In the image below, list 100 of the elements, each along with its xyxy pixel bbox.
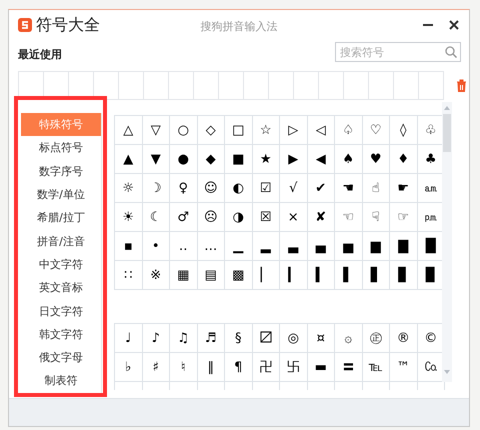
symbol-cell[interactable]: ◇ [198,116,225,145]
symbol-cell[interactable]: ♠ [335,145,362,174]
symbol-cell[interactable]: ◐ [225,174,252,203]
symbol-cell[interactable]: ☝ [362,174,390,203]
symbol-cell[interactable]: ¤ [308,324,335,353]
symbol-cell[interactable]: ☟ [362,203,390,232]
symbol-cell[interactable]: ‥ [170,232,198,261]
symbol-cell[interactable]: ☼ [115,174,142,203]
symbol-cell[interactable]: ▂ [252,232,280,261]
category-tab[interactable]: 拼音/注音 [21,229,101,253]
symbol-cell[interactable]: ▄ [308,232,335,261]
category-tab[interactable]: 俄文字母 [21,346,101,370]
symbol-cell[interactable]: ★ [252,145,280,174]
category-tab[interactable]: 英文音标 [21,276,101,300]
category-tab[interactable]: 中文字符 [21,252,101,276]
symbol-cell[interactable]: ☞ [390,203,418,232]
symbol-cell[interactable]: ۞ [335,324,362,353]
symbol-cell[interactable]: √ [280,174,308,203]
symbol-cell[interactable]: ♀ [170,174,198,203]
symbol-cell[interactable]: ♡ [362,116,390,145]
close-button[interactable] [447,18,461,32]
symbol-cell[interactable]: ♮ [170,353,198,382]
symbol-cell[interactable]: ℡ [362,353,390,382]
symbol-cell[interactable]: ☛ [390,174,418,203]
symbol-cell[interactable]: ® [390,324,418,353]
category-tab[interactable]: 数学/单位 [21,182,101,206]
symbol-cell[interactable]: ☑ [252,174,280,203]
symbol-cell[interactable]: ▌ [335,261,362,290]
symbol-cell[interactable]: ◑ [225,203,252,232]
symbol-cell[interactable]: ▅ [335,232,362,261]
category-tab[interactable]: 制表符 [21,369,101,393]
symbol-cell[interactable]: ♬ [198,324,225,353]
symbol-cell[interactable]: • [142,232,170,261]
symbol-cell[interactable]: ▋ [362,261,390,290]
scroll-down-icon[interactable] [443,368,451,376]
symbol-cell[interactable]: ▶ [280,145,308,174]
symbol-cell[interactable]: ♫ [170,324,198,353]
symbol-cell[interactable]: ▍ [308,261,335,290]
category-tab[interactable]: 希腊/拉丁 [21,206,101,230]
symbol-cell[interactable]: ✘ [308,203,335,232]
symbol-cell[interactable]: ▎ [280,261,308,290]
symbol-cell[interactable]: … [198,232,225,261]
symbol-cell[interactable]: ▲ [115,145,142,174]
symbol-cell[interactable]: ☽ [142,174,170,203]
symbol-cell[interactable]: ◀ [308,145,335,174]
category-tab[interactable]: 标点符号 [21,136,101,160]
symbol-cell[interactable]: ▷ [280,116,308,145]
symbol-cell[interactable]: ▩ [225,261,252,290]
category-tab[interactable]: 韩文字符 [21,322,101,346]
trash-icon[interactable] [456,78,467,92]
symbol-cell[interactable]: ◎ [280,324,308,353]
symbol-cell[interactable]: 〼 [252,324,280,353]
symbol-cell[interactable]: ▽ [142,116,170,145]
symbol-cell[interactable]: ▦ [170,261,198,290]
symbol-cell[interactable]: ☀ [115,203,142,232]
scrollbar[interactable] [442,102,452,382]
symbol-cell[interactable]: ☺ [198,174,225,203]
symbol-cell[interactable]: ♯ [142,353,170,382]
symbol-cell[interactable]: × [280,203,308,232]
symbol-cell[interactable]: ☚ [335,174,362,203]
symbol-cell[interactable]: ♥ [362,145,390,174]
symbol-cell[interactable]: ∷ [115,261,142,290]
symbol-cell[interactable]: ◆ [198,145,225,174]
category-tab[interactable]: 日文字符 [21,299,101,323]
symbol-cell[interactable]: ♂ [170,203,198,232]
symbol-cell[interactable]: ‖ [198,353,225,382]
symbol-cell[interactable]: ▃ [280,232,308,261]
symbol-cell[interactable]: ▊ [390,261,418,290]
symbol-cell[interactable]: § [225,324,252,353]
scroll-up-icon[interactable] [443,104,451,112]
symbol-cell[interactable]: ● [170,145,198,174]
symbol-cell[interactable]: 卍 [252,353,280,382]
symbol-cell[interactable]: ☜ [335,203,362,232]
symbol-cell[interactable]: ▏ [252,261,280,290]
symbol-cell[interactable]: ♭ [115,353,142,382]
symbol-cell[interactable]: □ [225,116,252,145]
symbol-cell[interactable]: ▆ [362,232,390,261]
symbol-cell[interactable]: ▬ [308,353,335,382]
search-field[interactable]: 搜索符号 [335,42,461,62]
symbol-cell[interactable]: ▤ [198,261,225,290]
symbol-cell[interactable]: ♩ [115,324,142,353]
symbol-cell[interactable]: ▼ [142,145,170,174]
symbol-cell[interactable]: ✔ [308,174,335,203]
category-tab[interactable]: 数字序号 [21,160,101,183]
symbol-cell[interactable]: ™ [390,353,418,382]
symbol-cell[interactable]: ♤ [335,116,362,145]
symbol-cell[interactable]: ♦ [390,145,418,174]
symbol-cell[interactable]: ▁ [225,232,252,261]
symbol-cell[interactable]: ◊ [390,116,418,145]
symbol-cell[interactable]: ○ [170,116,198,145]
symbol-cell[interactable]: ☾ [142,203,170,232]
symbol-cell[interactable]: ※ [142,261,170,290]
scrollbar-thumb[interactable] [443,114,451,152]
symbol-cell[interactable]: 卐 [280,353,308,382]
symbol-cell[interactable]: ☒ [252,203,280,232]
symbol-cell[interactable]: ▪ [115,232,142,261]
symbol-cell[interactable]: ■ [225,145,252,174]
symbol-cell[interactable]: 〓 [335,353,362,382]
symbol-cell[interactable]: ☹ [198,203,225,232]
symbol-cell[interactable]: ㊣ [362,324,390,353]
